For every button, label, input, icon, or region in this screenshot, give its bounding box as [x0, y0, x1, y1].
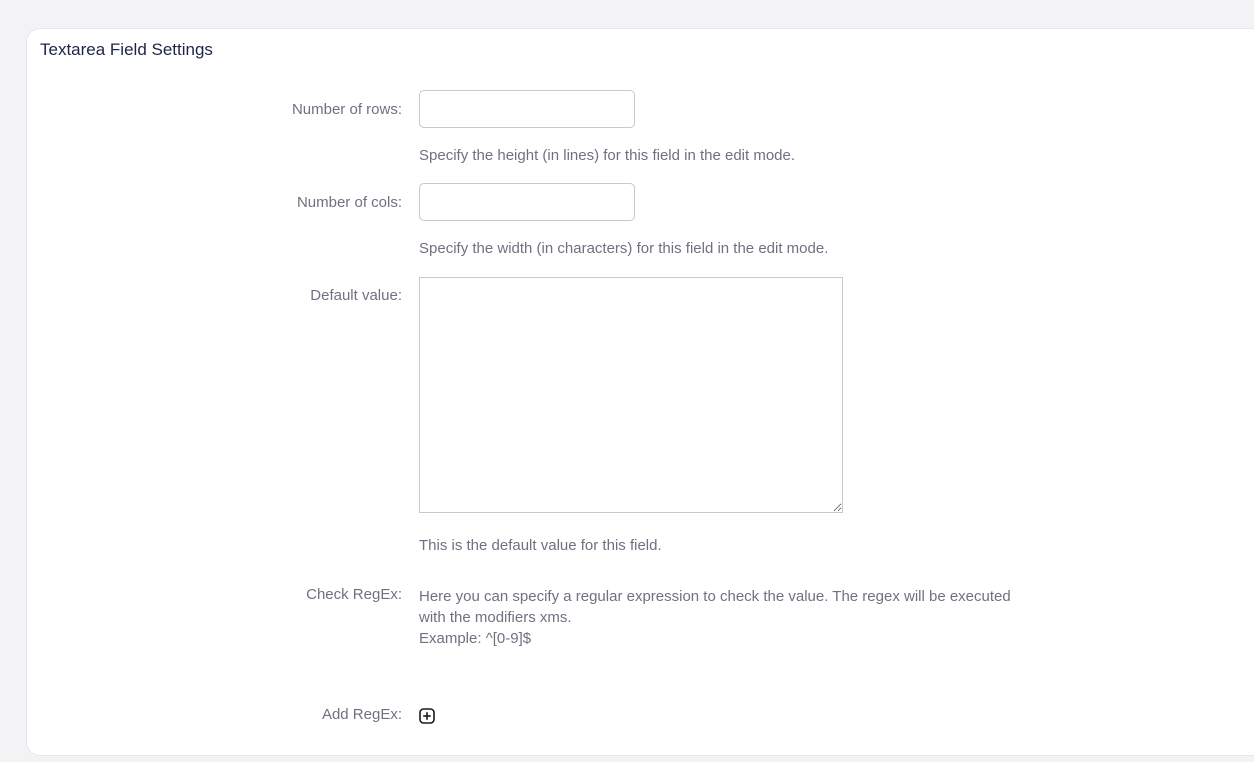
default-value-label: Default value:: [310, 287, 402, 304]
default-value-help: This is the default value for this field…: [419, 537, 662, 554]
cols-help: Specify the width (in characters) for th…: [419, 240, 829, 257]
add-regex-label: Add RegEx:: [321, 706, 402, 723]
panel-title: Textarea Field Settings: [40, 40, 213, 59]
cols-label: Number of cols:: [296, 194, 402, 211]
rows-label: Number of rows:: [291, 101, 402, 118]
rows-help: Specify the height (in lines) for this f…: [419, 147, 796, 164]
default-value-textarea[interactable]: [419, 277, 843, 513]
cols-input[interactable]: [419, 183, 635, 221]
check-regex-help-line1: Here you can specify a regular expressio…: [419, 588, 1011, 605]
plus-square-icon[interactable]: [419, 708, 435, 724]
check-regex-help-line2: with the modifiers xms.: [419, 609, 572, 626]
rows-input[interactable]: [419, 90, 635, 128]
check-regex-example: Example: ^[0-9]$: [419, 630, 532, 647]
check-regex-label: Check RegEx:: [306, 586, 402, 603]
